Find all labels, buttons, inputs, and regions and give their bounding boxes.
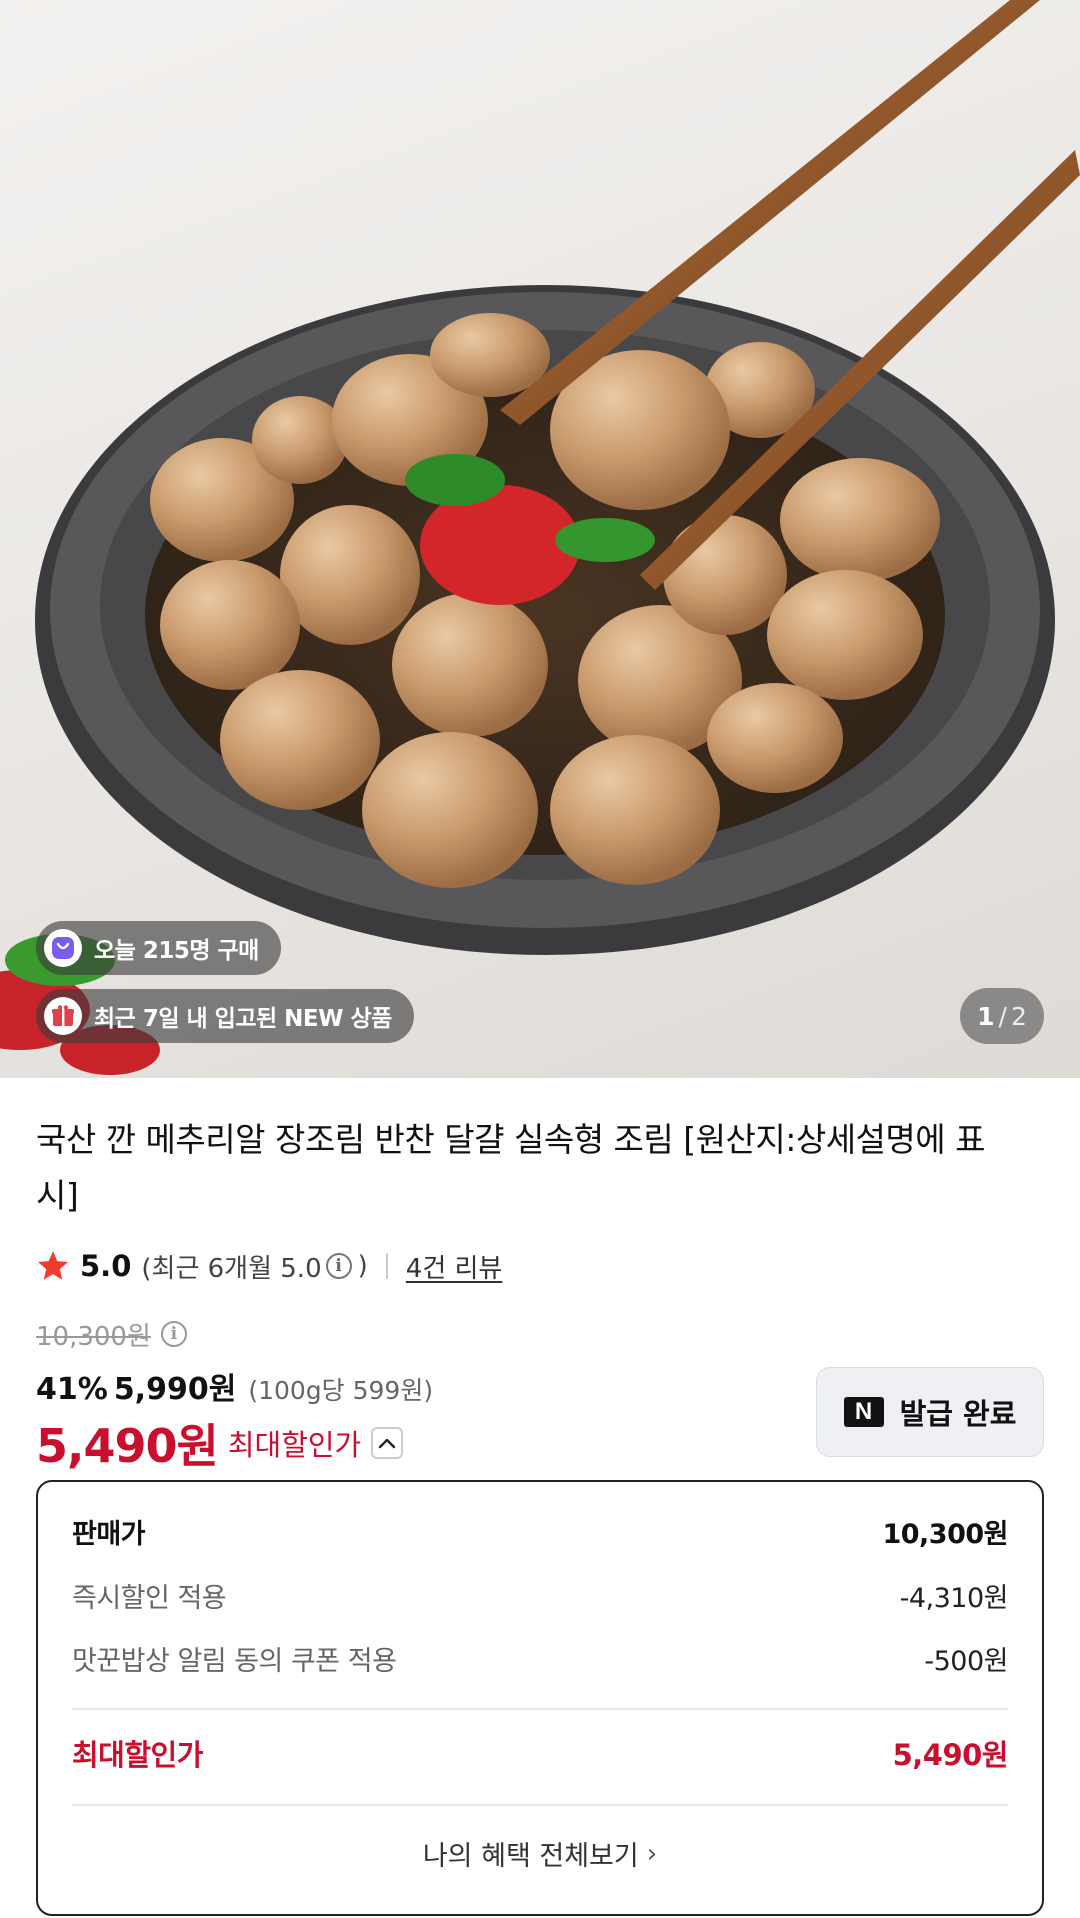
sale-price: 5,990원: [113, 1372, 237, 1407]
new-arrival-badge: 최근 7일 내 입고된 NEW 상품: [36, 989, 414, 1043]
product-image-carousel[interactable]: 오늘 215명 구매 최근 7일 내 입고된 NEW 상품 1 / 2: [0, 0, 1080, 1078]
price-info-icon[interactable]: i: [160, 1321, 187, 1347]
view-all-benefits-link[interactable]: 나의 혜택 전체보기 ›: [38, 1834, 1042, 1873]
breakdown-value: -500원: [924, 1646, 1008, 1677]
max-discount-row: 5,490원 최대할인가: [36, 1412, 404, 1474]
breakdown-row: 즉시할인 적용 -4,310원: [72, 1576, 1009, 1615]
info-icon[interactable]: i: [325, 1253, 352, 1279]
max-discount-price: 5,490원: [36, 1419, 219, 1473]
recent-rating-text: (최근 6개월 5.0: [141, 1253, 322, 1284]
rating-score: 5.0: [80, 1249, 132, 1283]
breakdown-total-value: 5,490원: [892, 1738, 1009, 1772]
new-arrival-text: 최근 7일 내 입고된 NEW 상품: [94, 1006, 392, 1032]
breakdown-label: 판매가: [72, 1519, 146, 1550]
recent-rating: (최근 6개월 5.0 i ): [141, 1248, 367, 1285]
purchase-count-badge: 오늘 215명 구매: [36, 921, 281, 975]
divider: [72, 1804, 1008, 1806]
breakdown-label: 맛꾼밥상 알림 동의 쿠폰 적용: [72, 1646, 397, 1677]
shopping-bag-icon: [44, 929, 82, 967]
original-price-row: 10,300원 i: [36, 1314, 193, 1354]
coupon-issued-button[interactable]: N 발급 완료: [816, 1367, 1044, 1457]
sale-price-row: 41% 5,990원 (100g당 599원): [36, 1364, 433, 1408]
breakdown-row: 맛꾼밥상 알림 동의 쿠폰 적용 -500원: [72, 1639, 1008, 1678]
breakdown-row: 판매가 10,300원: [72, 1512, 1008, 1551]
star-icon: [37, 1251, 69, 1280]
breakdown-total-row: 최대할인가 5,490원: [72, 1732, 1009, 1774]
naver-n-icon: N: [843, 1397, 884, 1427]
chevron-up-icon[interactable]: [371, 1427, 404, 1459]
coupon-issued-label: 발급 완료: [899, 1397, 1017, 1431]
reviews-link[interactable]: 4건 리뷰: [406, 1248, 503, 1285]
pager-current: 1: [977, 1001, 995, 1031]
rating-row: 5.0 (최근 6개월 5.0 i ) 4건 리뷰: [36, 1244, 502, 1288]
chevron-right-icon: ›: [646, 1838, 658, 1869]
price-breakdown-panel: 판매가 10,300원 즉시할인 적용 -4,310원 맛꾼밥상 알림 동의 쿠…: [36, 1480, 1044, 1916]
divider: [385, 1253, 388, 1279]
breakdown-value: 10,300원: [882, 1519, 1008, 1550]
view-all-benefits-label: 나의 혜택 전체보기: [422, 1841, 639, 1872]
breakdown-total-label: 최대할인가: [72, 1738, 203, 1772]
product-photo: [0, 0, 1080, 1075]
discount-percent: 41%: [36, 1372, 108, 1407]
recent-rating-close: ): [357, 1251, 368, 1281]
original-price: 10,300원: [36, 1321, 151, 1352]
product-title: 국산 깐 메추리알 장조림 반찬 달걀 실속형 조림 [원산지:상세설명에 표시…: [36, 1120, 985, 1215]
unit-price: (100g당 599원): [248, 1376, 434, 1405]
gift-icon: [44, 997, 82, 1035]
max-discount-label: 최대할인가: [227, 1428, 362, 1462]
pager-separator: /: [998, 1001, 1007, 1031]
purchase-count-text: 오늘 215명 구매: [94, 938, 259, 964]
image-pager: 1 / 2: [960, 988, 1044, 1044]
breakdown-value: -4,310원: [899, 1583, 1009, 1614]
breakdown-label: 즉시할인 적용: [72, 1583, 227, 1614]
divider: [72, 1708, 1008, 1710]
pager-total: 2: [1010, 1001, 1027, 1031]
